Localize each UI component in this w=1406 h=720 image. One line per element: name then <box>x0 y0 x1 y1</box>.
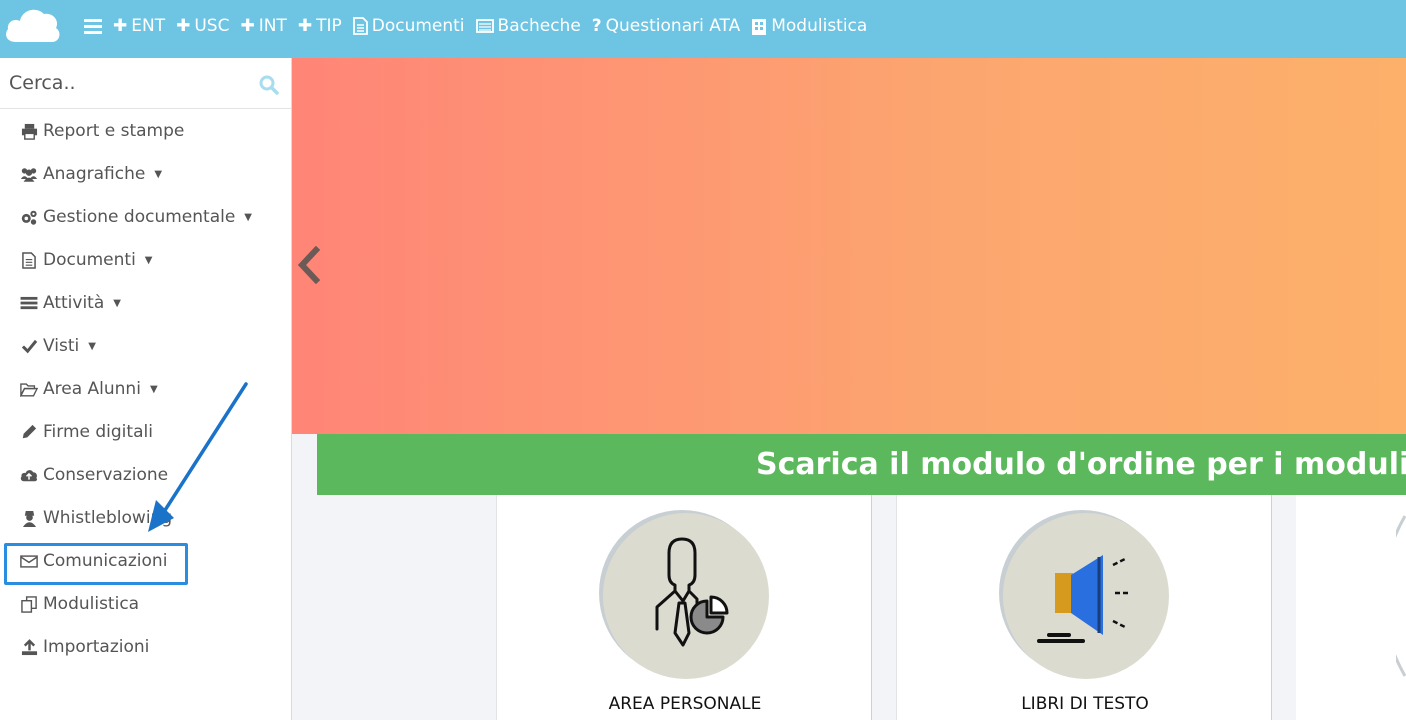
nav-label: USC <box>194 16 230 36</box>
caret-down-icon: ▼ <box>154 168 163 180</box>
sidebar-item-label: Firme digitali <box>43 422 153 442</box>
menu-toggle-button[interactable] <box>84 18 102 34</box>
menu-icon <box>84 19 102 34</box>
sidebar-item-area-alunni[interactable]: Area Alunni ▼ <box>20 375 158 403</box>
nav-label: Documenti <box>371 16 465 36</box>
copy-icon <box>20 595 38 613</box>
sidebar-item-modulistica[interactable]: Modulistica <box>20 590 139 618</box>
sidebar-item-importazioni[interactable]: Importazioni <box>20 633 149 661</box>
card-area-personale[interactable]: AREA PERSONALE <box>496 495 872 720</box>
nav-usc-button[interactable]: ✚ USC <box>176 16 229 36</box>
banner-text: Scarica il modulo d'ordine per i moduli … <box>756 447 1406 482</box>
top-nav: ✚ ENT ✚ USC ✚ INT ✚ TIP Documenti Bacheche ?… <box>84 0 878 52</box>
sidebar-item-label: Attività <box>43 293 105 313</box>
building-icon <box>752 19 767 35</box>
print-icon <box>20 122 38 140</box>
user-secret-icon <box>20 509 38 527</box>
card-circle <box>1003 513 1169 679</box>
caret-down-icon: ▼ <box>113 297 121 309</box>
sidebar-item-visti[interactable]: Visti ▼ <box>20 332 96 360</box>
cloud-logo-icon[interactable] <box>4 4 62 44</box>
nav-label: Questionari ATA <box>605 16 741 36</box>
nav-documenti-link[interactable]: Documenti <box>352 16 465 36</box>
plus-icon: ✚ <box>176 16 191 36</box>
hero-banner <box>292 58 1406 434</box>
card-libri-di-testo[interactable]: LIBRI DI TESTO <box>896 495 1272 720</box>
folder-open-icon <box>20 380 38 398</box>
caret-down-icon: ▼ <box>88 340 96 352</box>
top-bar: ✚ ENT ✚ USC ✚ INT ✚ TIP Documenti Bacheche ?… <box>0 0 1406 58</box>
nav-label: TIP <box>316 16 342 36</box>
megaphone-icon <box>1037 555 1129 643</box>
question-icon: ? <box>591 16 602 36</box>
nav-label: ENT <box>131 16 166 36</box>
pointer-arrow-icon <box>148 382 248 532</box>
card-circle-partial <box>1396 515 1406 677</box>
nav-label: Bacheche <box>497 16 581 36</box>
board-icon <box>475 19 494 33</box>
sidebar-item-label: Visti <box>43 336 80 356</box>
card-circle <box>603 513 769 679</box>
sidebar-item-report-e-stampe[interactable]: Report e stampe <box>20 117 184 145</box>
sidebar-item-attività[interactable]: Attività ▼ <box>20 289 121 317</box>
document-icon <box>352 17 368 35</box>
users-icon <box>20 165 38 183</box>
nav-ent-button[interactable]: ✚ ENT <box>113 16 165 36</box>
sidebar-item-label: Importazioni <box>43 637 150 657</box>
caret-down-icon: ▼ <box>144 254 153 266</box>
gears-icon <box>20 208 38 226</box>
nav-bacheche-link[interactable]: Bacheche <box>475 16 581 36</box>
nav-int-button[interactable]: ✚ INT <box>240 16 286 36</box>
document-icon <box>20 251 38 269</box>
nav-modulistica-link[interactable]: Modulistica <box>751 16 867 36</box>
sidebar-item-firme-digitali[interactable]: Firme digitali <box>20 418 153 446</box>
sidebar-item-label: Modulistica <box>43 594 140 614</box>
search-input[interactable] <box>0 58 292 108</box>
sidebar-item-label: Documenti <box>43 250 136 270</box>
sidebar-item-label: Anagrafiche <box>43 164 146 184</box>
sidebar-item-gestione-documentale[interactable]: Gestione documentale ▼ <box>20 203 252 231</box>
cloud-upload-icon <box>20 466 38 484</box>
nav-label: INT <box>258 16 287 36</box>
card-label: LIBRI DI TESTO <box>1021 694 1149 714</box>
sidebar-item-label: Gestione documentale <box>43 207 236 227</box>
plus-icon: ✚ <box>113 16 128 36</box>
card-label: AREA PERSONALE <box>608 694 762 714</box>
nav-label: Modulistica <box>771 16 868 36</box>
sidebar-search <box>0 58 292 109</box>
sidebar-item-label: Report e stampe <box>43 121 185 141</box>
check-icon <box>20 337 38 355</box>
chevron-left-icon[interactable] <box>296 246 322 284</box>
list-icon <box>20 294 38 312</box>
card-partial[interactable] <box>1296 495 1406 720</box>
personal-area-icon <box>655 537 729 647</box>
sidebar-item-anagrafiche[interactable]: Anagrafiche ▼ <box>20 160 162 188</box>
search-icon[interactable] <box>259 75 279 95</box>
caret-down-icon: ▼ <box>244 211 252 223</box>
sidebar-item-documenti[interactable]: Documenti ▼ <box>20 246 153 274</box>
sidebar-item-label: Area Alunni <box>43 379 141 399</box>
nav-questionari-link[interactable]: ? Questionari ATA <box>592 16 740 36</box>
plus-icon: ✚ <box>297 16 313 36</box>
plus-icon: ✚ <box>240 16 255 36</box>
pencil-icon <box>20 423 38 441</box>
order-form-banner[interactable]: Scarica il modulo d'ordine per i moduli … <box>317 434 1406 495</box>
nav-tip-button[interactable]: ✚ TIP <box>298 16 342 36</box>
upload-icon <box>20 638 38 656</box>
highlight-box <box>4 543 188 585</box>
